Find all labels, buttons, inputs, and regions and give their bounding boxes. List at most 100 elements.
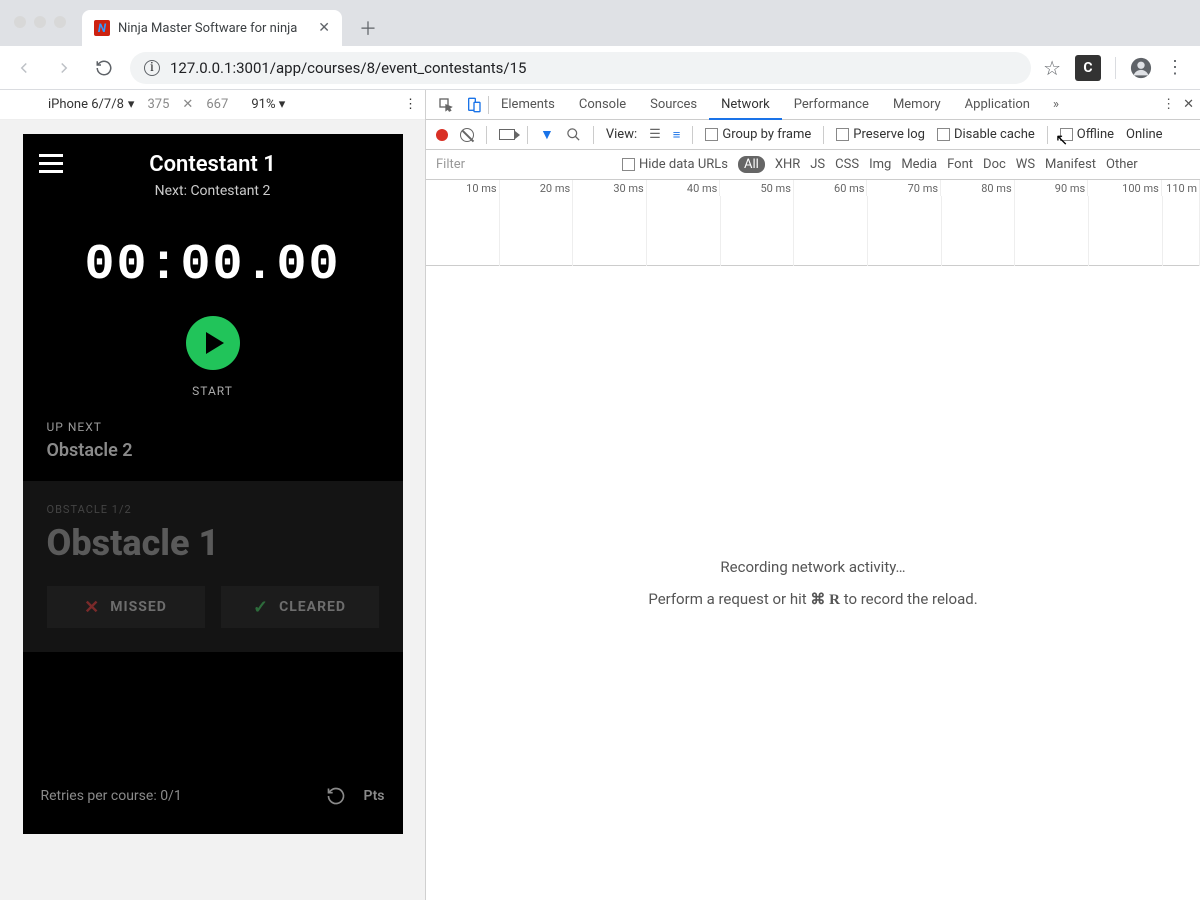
menu-icon[interactable] xyxy=(39,154,63,173)
tab-strip: N Ninja Master Software for ninja ✕ ＋ xyxy=(0,0,1200,46)
throttling-select[interactable]: Online xyxy=(1126,127,1163,142)
large-rows-icon[interactable]: ☰ xyxy=(649,127,661,142)
profile-icon[interactable] xyxy=(1130,57,1152,79)
type-img[interactable]: Img xyxy=(869,157,891,172)
reload-button[interactable] xyxy=(90,54,118,82)
play-icon xyxy=(206,332,224,354)
waterfall-icon[interactable]: ≡ xyxy=(673,127,681,143)
tick: 100 ms xyxy=(1088,180,1162,196)
contestant-title: Contestant 1 xyxy=(39,152,387,177)
tick: 80 ms xyxy=(941,180,1015,196)
search-icon[interactable] xyxy=(566,127,581,142)
type-manifest[interactable]: Manifest xyxy=(1045,157,1096,172)
filter-icon[interactable]: ▼ xyxy=(540,126,554,143)
dimension-x: ✕ xyxy=(182,97,193,112)
tab-memory[interactable]: Memory xyxy=(881,90,953,119)
type-ws[interactable]: WS xyxy=(1016,157,1035,172)
device-select[interactable]: iPhone 6/7/8 ▾ xyxy=(8,97,134,112)
type-other[interactable]: Other xyxy=(1106,157,1138,172)
close-tab-icon[interactable]: ✕ xyxy=(318,20,330,36)
url-input[interactable]: i 127.0.0.1:3001/app/courses/8/event_con… xyxy=(130,52,1031,84)
zoom-select[interactable]: 91% ▾ xyxy=(251,97,285,112)
x-icon: ✕ xyxy=(84,597,100,618)
start-button[interactable] xyxy=(186,316,240,370)
timer-display: 00:00.00 xyxy=(23,237,403,294)
devtools-panel: Elements Console Sources Network Perform… xyxy=(426,90,1200,900)
retry-icon[interactable] xyxy=(326,786,346,806)
type-css[interactable]: CSS xyxy=(835,157,859,172)
hide-data-urls-checkbox[interactable]: Hide data URLs xyxy=(622,157,728,172)
device-height[interactable]: 667 xyxy=(199,97,235,112)
hint-text: Perform a request or hit ⌘ R to record t… xyxy=(648,590,977,609)
divider xyxy=(1115,57,1116,79)
site-info-icon[interactable]: i xyxy=(144,60,160,76)
device-name: iPhone 6/7/8 xyxy=(48,97,124,112)
devtools-settings-icon[interactable]: ⋮ xyxy=(1162,97,1175,112)
missed-label: MISSED xyxy=(110,599,167,615)
url-text: 127.0.0.1:3001/app/courses/8/event_conte… xyxy=(170,59,526,77)
record-icon[interactable] xyxy=(436,129,448,141)
chevron-down-icon: ▾ xyxy=(128,97,135,112)
forward-button[interactable] xyxy=(50,54,78,82)
type-font[interactable]: Font xyxy=(947,157,973,172)
window-controls xyxy=(14,16,66,28)
screenshot-icon[interactable] xyxy=(499,129,515,140)
device-mode-icon[interactable] xyxy=(460,97,488,113)
missed-button[interactable]: ✕ MISSED xyxy=(47,586,205,628)
start-label: START xyxy=(23,384,403,398)
type-media[interactable]: Media xyxy=(901,157,937,172)
device-width[interactable]: 375 xyxy=(140,97,176,112)
group-by-frame-checkbox[interactable]: Group by frame xyxy=(705,127,811,142)
back-button[interactable] xyxy=(10,54,38,82)
check-icon: ✓ xyxy=(253,597,269,618)
tick: 40 ms xyxy=(647,180,721,196)
cleared-button[interactable]: ✓ CLEARED xyxy=(221,586,379,628)
address-bar: i 127.0.0.1:3001/app/courses/8/event_con… xyxy=(0,46,1200,90)
disable-cache-checkbox[interactable]: Disable cache xyxy=(937,127,1035,142)
filter-input[interactable]: Filter xyxy=(432,157,612,172)
favicon-icon: N xyxy=(94,20,110,36)
type-doc[interactable]: Doc xyxy=(983,157,1006,172)
tab-console[interactable]: Console xyxy=(567,90,638,119)
divider xyxy=(823,126,824,144)
tab-sources[interactable]: Sources xyxy=(638,90,709,119)
network-empty-state: Recording network activity… Perform a re… xyxy=(426,266,1200,900)
maximize-window-icon[interactable] xyxy=(54,16,66,28)
tab-network[interactable]: Network xyxy=(709,91,782,120)
close-window-icon[interactable] xyxy=(14,16,26,28)
type-xhr[interactable]: XHR xyxy=(775,157,800,172)
type-all[interactable]: All xyxy=(738,156,765,173)
browser-tab[interactable]: N Ninja Master Software for ninja ✕ xyxy=(82,10,342,46)
clear-icon[interactable] xyxy=(460,128,474,142)
upnext-label: UP NEXT xyxy=(47,420,379,434)
offline-checkbox[interactable]: Offline xyxy=(1060,127,1114,142)
chrome-menu-icon[interactable]: ⋮ xyxy=(1166,57,1184,78)
network-timeline[interactable]: 10 ms 20 ms 30 ms 40 ms 50 ms 60 ms 70 m… xyxy=(426,180,1200,266)
retries-label: Retries per course: 0/1 xyxy=(41,788,182,804)
phone-screen: Contestant 1 Next: Contestant 2 00:00.00… xyxy=(23,134,403,834)
tab-performance[interactable]: Performance xyxy=(782,90,881,119)
extension-icon[interactable]: C xyxy=(1075,55,1101,81)
tick: 10 ms xyxy=(426,180,500,196)
obstacle-name: Obstacle 1 xyxy=(47,522,379,564)
tab-elements[interactable]: Elements xyxy=(489,90,567,119)
device-more-icon[interactable]: ⋮ xyxy=(404,97,417,112)
tick: 60 ms xyxy=(794,180,868,196)
tick: 70 ms xyxy=(867,180,941,196)
preserve-log-checkbox[interactable]: Preserve log xyxy=(836,127,925,142)
inspect-icon[interactable] xyxy=(432,97,460,113)
bookmark-icon[interactable]: ☆ xyxy=(1043,56,1061,80)
device-viewport: Contestant 1 Next: Contestant 2 00:00.00… xyxy=(0,120,425,900)
points-button[interactable]: Pts xyxy=(364,788,385,804)
obstacle-meta: OBSTACLE 1/2 xyxy=(47,503,379,516)
tab-application[interactable]: Application xyxy=(953,90,1042,119)
type-js[interactable]: JS xyxy=(810,157,825,172)
tick: 50 ms xyxy=(720,180,794,196)
devtools-close-icon[interactable]: ✕ xyxy=(1183,97,1194,112)
device-toolbar: iPhone 6/7/8 ▾ 375 ✕ 667 91% ▾ ⋮ xyxy=(0,90,425,120)
minimize-window-icon[interactable] xyxy=(34,16,46,28)
divider xyxy=(692,126,693,144)
more-tabs-icon[interactable]: » xyxy=(1042,97,1070,112)
recording-text: Recording network activity… xyxy=(720,558,905,576)
new-tab-button[interactable]: ＋ xyxy=(354,14,382,42)
